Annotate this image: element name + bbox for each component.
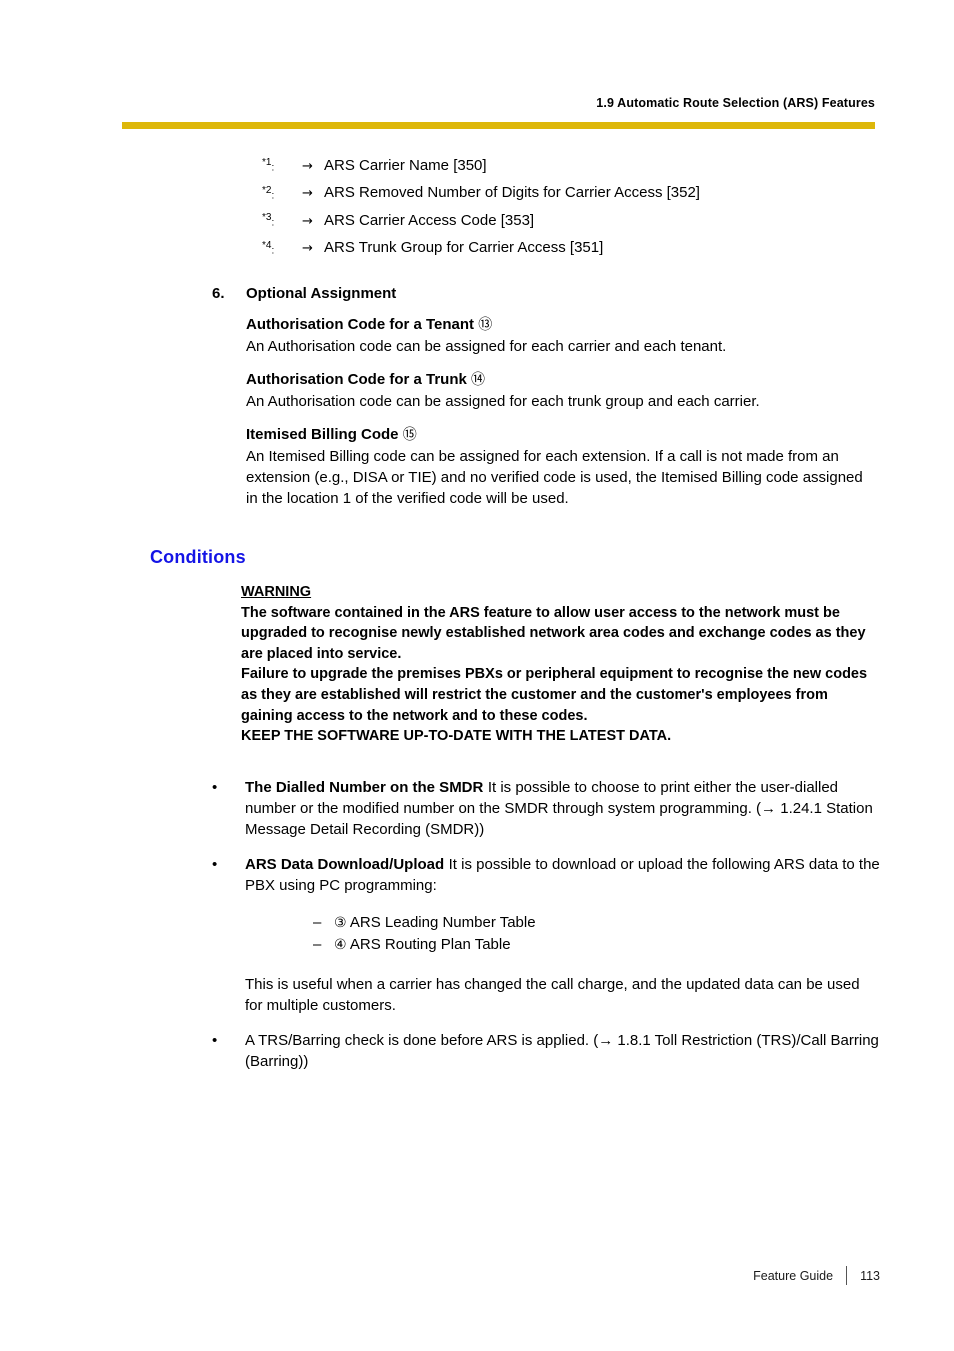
document-page: 1.9 Automatic Route Selection (ARS) Feat…: [0, 0, 954, 1351]
footnote-item: *2: → ARS Removed Number of Digits for C…: [262, 180, 954, 208]
page-footer: Feature Guide 113: [753, 1266, 880, 1285]
subsection-heading-text: Authorisation Code for a Trunk: [246, 371, 467, 388]
warning-paragraph: The software contained in the ARS featur…: [241, 604, 866, 662]
subsection-heading-text: Itemised Billing Code: [246, 426, 399, 443]
footer-page-number: 113: [860, 1268, 880, 1283]
bullet-item: • ARS Data Download/Upload It is possibl…: [212, 854, 880, 956]
circled-reference-number: ⑮: [402, 427, 417, 443]
trailing-paragraph: This is useful when a carrier has change…: [245, 975, 860, 1014]
section-optional-assignment: 6. Optional Assignment: [212, 285, 954, 302]
subsection-heading: Itemised Billing Code ⑮: [246, 424, 874, 446]
page-content: *1: → ARS Carrier Name [350] *2: → ARS R…: [0, 152, 954, 1072]
dash-item: – ③ ARS Leading Number Table: [313, 912, 880, 934]
warning-block: WARNING The software contained in the AR…: [241, 582, 880, 747]
warning-paragraph: KEEP THE SOFTWARE UP-TO-DATE WITH THE LA…: [241, 728, 672, 745]
footnote-marker: *1:: [262, 152, 302, 180]
subsection-heading: Authorisation Code for a Trunk ⑭: [246, 369, 874, 391]
footnote-text: ARS Trunk Group for Carrier Access [351]: [324, 239, 604, 256]
footnote-marker: *4:: [262, 235, 302, 263]
bullet-item: • The Dialled Number on the SMDR It is p…: [212, 777, 880, 840]
conditions-heading: Conditions: [150, 547, 246, 567]
bullet-marker-icon: •: [212, 778, 218, 796]
reference-arrow-icon: →: [302, 158, 313, 174]
section-number: 6.: [212, 285, 225, 302]
footer-separator: [846, 1266, 848, 1285]
bullet-marker-icon: •: [212, 1031, 218, 1049]
dash-marker-icon: –: [313, 913, 322, 931]
footnote-item: *1: → ARS Carrier Name [350]: [262, 152, 954, 180]
dash-item: – ④ ARS Routing Plan Table: [313, 934, 880, 956]
subsection-body-text: An Authorisation code can be assigned fo…: [246, 393, 760, 410]
reference-arrow-icon: →: [302, 213, 313, 229]
warning-label: WARNING: [241, 584, 312, 600]
dash-text: ③ ARS Leading Number Table: [334, 912, 536, 934]
reference-arrow-icon: →: [302, 186, 313, 201]
circled-reference-number: ⑭: [471, 372, 486, 388]
subsection-body-text: An Authorisation code can be assigned fo…: [246, 338, 727, 355]
conditions-bullet-list: • The Dialled Number on the SMDR It is p…: [212, 777, 880, 956]
bullet-title: The Dialled Number on the SMDR: [245, 778, 484, 796]
bullet-body: ARS Data Download/Upload It is possible …: [245, 854, 880, 956]
subsection-heading: Authorisation Code for a Tenant ⑬: [246, 314, 874, 336]
footnote-text: ARS Carrier Name [350]: [324, 156, 487, 174]
footnote-marker: *3:: [262, 207, 302, 235]
final-bullet-text: A TRS/Barring check is done before ARS i…: [245, 1031, 879, 1070]
reference-arrow-icon: →: [302, 241, 313, 256]
ars-data-sublist: – ③ ARS Leading Number Table – ④ ARS Rou…: [313, 912, 880, 956]
bullet-marker-icon: •: [212, 855, 218, 873]
optional-assignment-body: Authorisation Code for a Tenant ⑬ An Aut…: [246, 314, 874, 509]
footnote-colon: :: [271, 162, 275, 174]
circled-reference-number: ⑬: [478, 317, 493, 333]
footnote-colon: :: [271, 190, 275, 201]
footer-guide-label: Feature Guide: [753, 1268, 834, 1283]
subsection-heading-text: Authorisation Code for a Tenant: [246, 316, 475, 333]
footnote-list: *1: → ARS Carrier Name [350] *2: → ARS R…: [0, 152, 954, 262]
footnote-text: ARS Carrier Access Code [353]: [324, 211, 535, 229]
subsection-body-text: An Itemised Billing code can be assigned…: [246, 448, 863, 507]
dash-marker-icon: –: [313, 935, 322, 953]
bullet-title: ARS Data Download/Upload: [245, 855, 445, 873]
dash-text: ④ ARS Routing Plan Table: [334, 934, 511, 956]
footnote-colon: :: [271, 217, 275, 229]
footnote-item: *3: → ARS Carrier Access Code [353]: [262, 207, 954, 235]
section-title: Optional Assignment: [246, 285, 397, 302]
bullet-body: The Dialled Number on the SMDR It is pos…: [245, 777, 880, 840]
footnote-colon: :: [271, 245, 275, 256]
warning-paragraph: Failure to upgrade the premises PBXs or …: [241, 666, 868, 724]
circled-reference-number: ④: [334, 936, 347, 953]
footnote-text: ARS Removed Number of Digits for Carrier…: [324, 184, 700, 201]
circled-reference-number: ③: [334, 914, 347, 931]
header-section-title: 1.9 Automatic Route Selection (ARS) Feat…: [596, 96, 875, 110]
header-gold-rule: [122, 122, 875, 129]
dash-label: ARS Leading Number Table: [349, 913, 536, 931]
footnote-marker: *2:: [262, 180, 302, 208]
final-bullet-item: • A TRS/Barring check is done before ARS…: [212, 1030, 880, 1072]
dash-label: ARS Routing Plan Table: [349, 935, 511, 953]
footnote-item: *4: → ARS Trunk Group for Carrier Access…: [262, 235, 954, 263]
